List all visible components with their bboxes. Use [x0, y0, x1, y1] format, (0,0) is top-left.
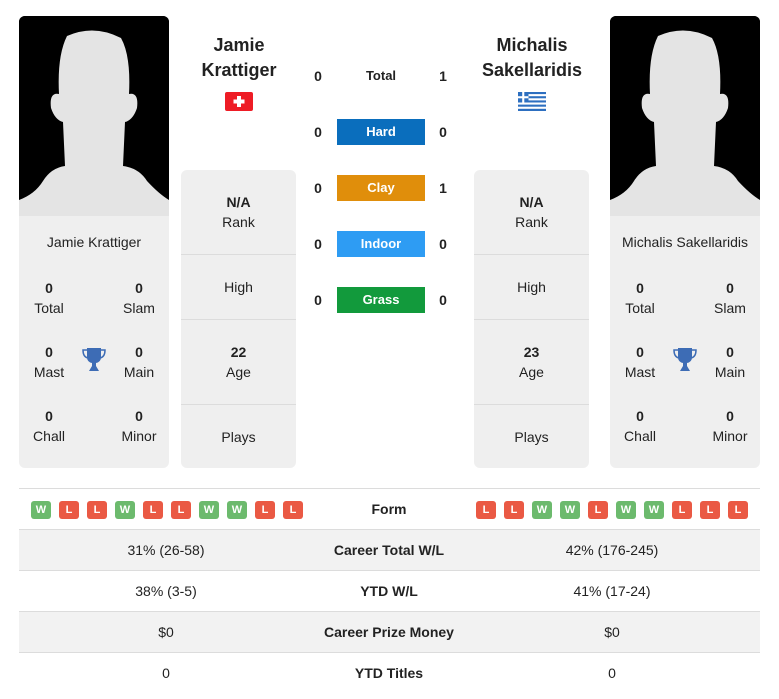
trophy-icon [673, 348, 697, 371]
form-badge-win[interactable]: W [560, 501, 580, 519]
age-cell: 23 Age [519, 344, 544, 380]
h2h-row-indoor: 0 Indoor 0 [300, 230, 460, 258]
h2h-row-hard: 0 Hard 0 [300, 118, 460, 146]
form-badge-win[interactable]: W [532, 501, 552, 519]
h2h-row-clay: 0 Clay 1 [300, 174, 460, 202]
titles-chall: 0 Chall [33, 408, 65, 444]
titles-mast: 0 Mast [624, 344, 656, 380]
high-cell: High [224, 279, 253, 295]
titles-main: 0 Main [123, 344, 155, 380]
form-badge-loss[interactable]: L [672, 501, 692, 519]
stat-row-ytd-wl: 38% (3-5) YTD W/L 41% (17-24) [19, 571, 760, 612]
titles-main: 0 Main [714, 344, 746, 380]
titles-slam: 0 Slam [714, 280, 746, 316]
stat-row-ytd-titles: 0 YTD Titles 0 [162, 665, 616, 681]
form-badge-loss[interactable]: L [728, 501, 748, 519]
surface-badge-clay: Clay [337, 175, 425, 201]
titles-mast: 0 Mast [33, 344, 65, 380]
titles-slam: 0 Slam [123, 280, 155, 316]
rank-cell: N/A Rank [222, 194, 255, 230]
h2h-row-grass: 0 Grass 0 [300, 286, 460, 314]
player-left-card-name: Jamie Krattiger [46, 234, 142, 250]
player-right-info: N/A Rank High 23 Age Plays [474, 170, 589, 468]
surface-badge-hard: Hard [337, 119, 425, 145]
form-badge-win[interactable]: W [616, 501, 636, 519]
form-badge-loss[interactable]: L [588, 501, 608, 519]
form-badge-loss[interactable]: L [283, 501, 303, 519]
rank-cell: N/A Rank [515, 194, 548, 230]
plays-cell: Plays [221, 428, 256, 445]
player-right-name[interactable]: Michalis Sakellaridis [462, 33, 602, 83]
titles-minor: 0 Minor [712, 408, 748, 444]
titles-total: 0 Total [34, 280, 64, 316]
surface-badge-indoor: Indoor [337, 231, 425, 257]
silhouette-icon [610, 16, 760, 216]
greece-flag-icon [518, 92, 546, 111]
form-badge-loss[interactable]: L [700, 501, 720, 519]
surface-badge-grass: Grass [337, 287, 425, 313]
player-left-photo [19, 16, 169, 216]
stat-row-prize-money: $0 Career Prize Money $0 [19, 612, 760, 653]
switzerland-flag-icon [225, 92, 253, 111]
plays-cell: Plays [514, 428, 549, 445]
form-badge-loss[interactable]: L [476, 501, 496, 519]
form-badge-win[interactable]: W [227, 501, 247, 519]
form-badge-loss[interactable]: L [171, 501, 191, 519]
form-badge-loss[interactable]: L [87, 501, 107, 519]
player-left-info: N/A Rank High 22 Age Plays [181, 170, 296, 468]
form-badge-loss[interactable]: L [255, 501, 275, 519]
titles-total: 0 Total [625, 280, 655, 316]
high-cell: High [517, 279, 546, 295]
player-left-card: Jamie Krattiger 0 Total 0 Slam 0 Mast 0 … [19, 216, 169, 468]
form-badge-loss[interactable]: L [59, 501, 79, 519]
form-label: Form [371, 501, 407, 517]
silhouette-icon [19, 16, 169, 216]
player-right-card: Michalis Sakellaridis 0 Total 0 Slam 0 M… [610, 216, 760, 468]
form-row: WLLWLLWWLL Form LLWWLWWLLL [19, 488, 760, 530]
player-right-photo [610, 16, 760, 216]
titles-chall: 0 Chall [624, 408, 656, 444]
form-badge-win[interactable]: W [115, 501, 135, 519]
form-left: WLLWLLWWLL [31, 501, 303, 519]
player-right-card-name: Michalis Sakellaridis [621, 234, 749, 250]
stat-row-career-wl: 31% (26-58) Career Total W/L 42% (176-24… [19, 530, 760, 571]
form-right: LLWWLWWLLL [476, 501, 748, 519]
h2h-row-total: 0 Total 1 [300, 62, 460, 90]
form-badge-win[interactable]: W [199, 501, 219, 519]
trophy-icon [82, 348, 106, 371]
form-badge-win[interactable]: W [644, 501, 664, 519]
age-cell: 22 Age [226, 344, 251, 380]
surface-label-total: Total [365, 68, 397, 83]
titles-minor: 0 Minor [121, 408, 157, 444]
form-badge-loss[interactable]: L [143, 501, 163, 519]
player-left-name[interactable]: Jamie Krattiger [169, 33, 309, 83]
form-badge-loss[interactable]: L [504, 501, 524, 519]
form-badge-win[interactable]: W [31, 501, 51, 519]
